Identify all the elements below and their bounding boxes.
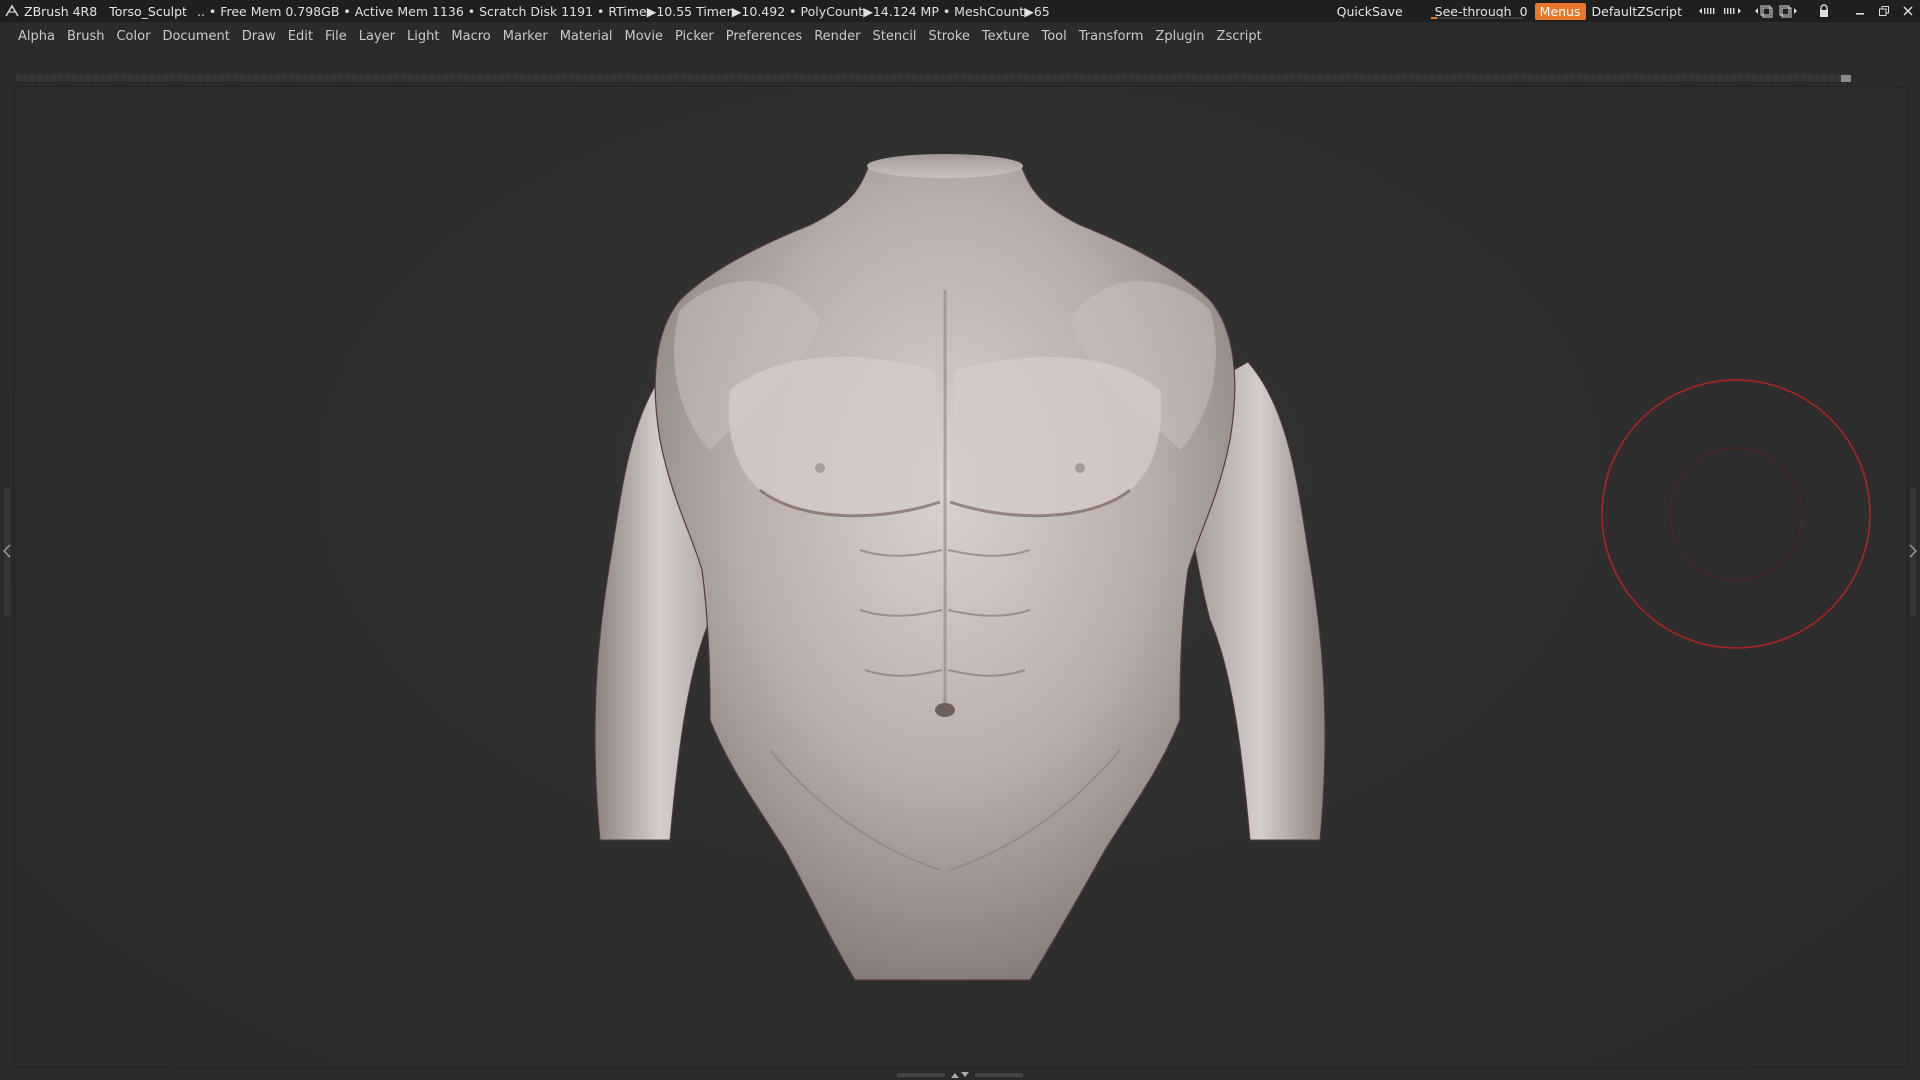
- menu-stencil[interactable]: Stencil: [866, 22, 922, 52]
- menu-marker[interactable]: Marker: [497, 22, 554, 52]
- title-bar: ZBrush 4R8 Torso_Sculpt .. • Free Mem 0.…: [0, 0, 1920, 22]
- menu-texture[interactable]: Texture: [976, 22, 1036, 52]
- torso-sculpt-model[interactable]: [560, 150, 1360, 990]
- menu-zplugin[interactable]: Zplugin: [1149, 22, 1210, 52]
- bottom-tray-handle[interactable]: [896, 1070, 1024, 1080]
- status-readout: .. • Free Mem 0.798GB • Active Mem 1136 …: [196, 3, 1050, 19]
- lock-icon[interactable]: [1812, 0, 1836, 22]
- title-controls: QuickSave See-through 0 Menus DefaultZSc…: [1337, 0, 1920, 22]
- zbrush-logo-icon: [5, 4, 19, 17]
- brush-cursor: [1601, 379, 1871, 649]
- color-scheme-next-icon[interactable]: [1776, 0, 1800, 22]
- close-icon[interactable]: [1896, 0, 1920, 22]
- menu-edit[interactable]: Edit: [282, 22, 319, 52]
- left-tray-arrow-icon[interactable]: [3, 544, 11, 558]
- quicksave-button[interactable]: QuickSave: [1337, 4, 1403, 19]
- bottom-handle-bar-left: [897, 1073, 945, 1077]
- bottom-handle-bar-right: [975, 1073, 1023, 1077]
- menu-zscript[interactable]: Zscript: [1211, 22, 1268, 52]
- ui-layout-next-icon[interactable]: [1720, 0, 1744, 22]
- menu-transform[interactable]: Transform: [1073, 22, 1150, 52]
- menus-toggle-button[interactable]: Menus: [1534, 2, 1586, 20]
- menu-document[interactable]: Document: [156, 22, 235, 52]
- menu-alpha[interactable]: Alpha: [12, 22, 61, 52]
- ui-layout-prev-icon[interactable]: [1696, 0, 1720, 22]
- color-scheme-prev-icon[interactable]: [1752, 0, 1776, 22]
- menu-file[interactable]: File: [319, 22, 353, 52]
- see-through-slider[interactable]: See-through 0: [1429, 0, 1528, 22]
- menu-color[interactable]: Color: [110, 22, 156, 52]
- menu-tool[interactable]: Tool: [1035, 22, 1072, 52]
- menu-layer[interactable]: Layer: [353, 22, 401, 52]
- right-tray-arrow-icon[interactable]: [1909, 544, 1917, 558]
- menu-preferences[interactable]: Preferences: [720, 22, 808, 52]
- top-shelf-strip: [16, 74, 1848, 83]
- see-through-track: [1430, 17, 1523, 19]
- document-name: Torso_Sculpt: [109, 3, 187, 19]
- menu-brush[interactable]: Brush: [61, 22, 111, 52]
- app-name: ZBrush 4R8: [24, 3, 98, 19]
- menu-movie[interactable]: Movie: [619, 22, 669, 52]
- menu-material[interactable]: Material: [554, 22, 619, 52]
- menu-draw[interactable]: Draw: [236, 22, 282, 52]
- menu-macro[interactable]: Macro: [445, 22, 496, 52]
- shelf-handle[interactable]: [1841, 75, 1851, 82]
- main-menu-bar: Alpha Brush Color Document Draw Edit File Layer…: [0, 22, 1920, 52]
- menu-render[interactable]: Render: [808, 22, 866, 52]
- menu-picker[interactable]: Picker: [669, 22, 720, 52]
- menu-stroke[interactable]: Stroke: [922, 22, 975, 52]
- restore-icon[interactable]: [1872, 0, 1896, 22]
- default-zscript-button[interactable]: DefaultZScript: [1592, 4, 1683, 19]
- minimize-icon[interactable]: [1848, 0, 1872, 22]
- expand-bottom-tray-icon[interactable]: [949, 1071, 971, 1079]
- menu-light[interactable]: Light: [401, 22, 445, 52]
- see-through-fill: [1430, 17, 1437, 19]
